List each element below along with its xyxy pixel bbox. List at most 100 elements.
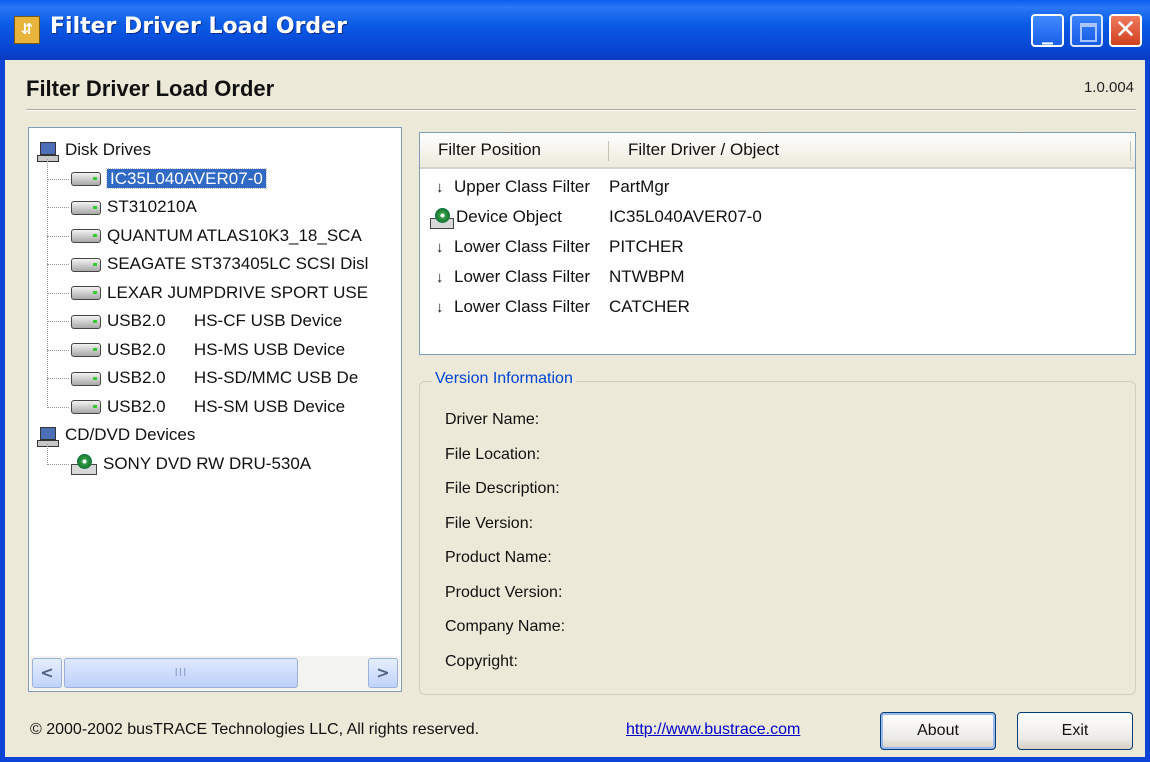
- version-field-label: File Location:: [445, 445, 541, 463]
- tree-group-1[interactable]: CD/DVD Devices: [37, 422, 195, 447]
- computer-icon: [37, 141, 59, 162]
- column-separator[interactable]: [1130, 141, 1131, 161]
- filter-position-cell: ↓ Lower Class Filter: [436, 292, 590, 322]
- tree-item-label: ST310210A: [107, 197, 197, 216]
- filter-driver-cell: PartMgr: [609, 177, 670, 196]
- tree-connector: [47, 378, 69, 379]
- version-field-label: Product Version:: [445, 583, 563, 601]
- device-tree[interactable]: Disk Drives IC35L040AVER07-0 ST310210A QUAN…: [28, 127, 402, 692]
- filter-list-row[interactable]: ↓ Lower Class Filter CATCHER: [420, 292, 1135, 321]
- filter-position-text: Lower Class Filter: [454, 297, 591, 316]
- filter-driver-cell: NTWBPM: [609, 267, 685, 286]
- filter-list[interactable]: Filter Position Filter Driver / Object ↓…: [419, 132, 1136, 355]
- filter-driver-cell: IC35L040AVER07-0: [609, 207, 762, 226]
- website-link[interactable]: http://www.bustrace.com: [626, 721, 800, 739]
- tree-item-label: USB2.0 HS-CF USB Device: [107, 311, 343, 330]
- filter-position-text: Upper Class Filter: [454, 177, 591, 196]
- tree-connector: [47, 159, 48, 408]
- minimize-icon: _: [1042, 20, 1053, 45]
- tree-item[interactable]: IC35L040AVER07-0: [47, 166, 267, 191]
- version-field-label: Copyright:: [445, 652, 518, 670]
- filter-position-cell: ↓ Lower Class Filter: [436, 232, 590, 262]
- tree-connector: [47, 292, 69, 294]
- tree-item-label: SEAGATE ST373405LC SCSI Disl: [107, 254, 369, 273]
- filter-list-row[interactable]: ↓ Upper Class Filter PartMgr: [420, 172, 1135, 201]
- tree-connector: [47, 321, 69, 322]
- column-header-filter-position[interactable]: Filter Position: [438, 133, 541, 167]
- minimize-button[interactable]: _: [1031, 14, 1064, 47]
- version-field-label: Driver Name:: [445, 411, 540, 428]
- window-title: Filter Driver Load Order: [50, 14, 347, 39]
- filter-position-cell: ↓ Upper Class Filter: [436, 172, 590, 202]
- filter-list-row[interactable]: Device Object IC35L040AVER07-0: [420, 202, 1135, 231]
- version-field-label: File Version:: [445, 514, 534, 532]
- tree-item-label: SONY DVD RW DRU-530A: [103, 453, 312, 473]
- column-header-filter-driver[interactable]: Filter Driver / Object: [628, 133, 779, 167]
- disk-drive-icon: [71, 172, 101, 187]
- device-tree-body[interactable]: Disk Drives IC35L040AVER07-0 ST310210A QUAN…: [29, 128, 401, 656]
- version-field-label: Product Name:: [445, 549, 552, 566]
- tree-item[interactable]: SEAGATE ST373405LC SCSI Disl: [47, 251, 369, 276]
- filter-list-row[interactable]: ↓ Lower Class Filter NTWBPM: [420, 262, 1135, 291]
- close-icon: ✕: [1114, 15, 1137, 45]
- tree-connector: [47, 444, 48, 465]
- group-title: Version Information: [432, 370, 576, 388]
- tree-item[interactable]: LEXAR JUMPDRIVE SPORT USE: [47, 280, 369, 305]
- filter-driver-cell: PITCHER: [609, 237, 684, 256]
- exit-button[interactable]: Exit: [1017, 712, 1133, 750]
- tree-item[interactable]: SONY DVD RW DRU-530A: [47, 451, 312, 476]
- tree-group-label: Disk Drives: [65, 140, 151, 159]
- tree-item[interactable]: QUANTUM ATLAS10K3_18_SCA: [47, 223, 362, 248]
- version-label: 1.0.004: [1083, 79, 1134, 96]
- tree-connector: [47, 178, 69, 180]
- tree-item-label: USB2.0 HS-SD/MMC USB De: [107, 368, 359, 387]
- tree-connector: [47, 207, 69, 208]
- filter-position-cell: Device Object: [430, 202, 562, 231]
- close-button[interactable]: ✕: [1109, 14, 1142, 47]
- tree-item[interactable]: USB2.0 HS-SM USB Device: [47, 394, 345, 419]
- filter-list-header: Filter Position Filter Driver / Object: [420, 133, 1135, 169]
- filter-list-row[interactable]: ↓ Lower Class Filter PITCHER: [420, 232, 1135, 261]
- version-information-group: Version Information Driver Name: File Loc…: [419, 370, 1136, 695]
- scroll-left-button[interactable]: <: [32, 658, 62, 688]
- tree-group-0[interactable]: Disk Drives: [37, 137, 151, 162]
- disk-drive-icon: [71, 400, 101, 415]
- tree-connector: [47, 463, 69, 465]
- scroll-right-button[interactable]: >: [368, 658, 398, 688]
- disk-drive-icon: [71, 286, 101, 301]
- tree-connector: [47, 235, 69, 237]
- tree-item-label: USB2.0 HS-MS USB Device: [107, 339, 346, 359]
- computer-icon: [37, 426, 59, 447]
- filter-driver-cell: CATCHER: [609, 297, 690, 316]
- tree-item[interactable]: ST310210A: [47, 194, 197, 219]
- down-arrow-icon: ↓: [436, 239, 444, 256]
- cd-drive-icon: [71, 453, 97, 476]
- disk-drive-icon: [71, 371, 101, 386]
- version-field-label: Company Name:: [445, 618, 566, 635]
- tree-horizontal-scrollbar[interactable]: < III >: [30, 656, 400, 690]
- maximize-button[interactable]: [1070, 14, 1103, 47]
- down-arrow-icon: ↓: [436, 299, 444, 316]
- down-arrow-icon: ↓: [436, 269, 444, 286]
- title-bar[interactable]: ⇵ Filter Driver Load Order _ ✕: [0, 0, 1150, 60]
- tree-connector: [47, 264, 69, 265]
- tree-item[interactable]: USB2.0 HS-SD/MMC USB De: [47, 365, 359, 390]
- column-separator[interactable]: [608, 141, 609, 161]
- maximize-icon: [1072, 16, 1101, 45]
- page-title: Filter Driver Load Order: [26, 76, 275, 101]
- tree-item[interactable]: USB2.0 HS-MS USB Device: [47, 337, 346, 362]
- tree-item[interactable]: USB2.0 HS-CF USB Device: [47, 308, 343, 333]
- tree-connector: [47, 406, 69, 408]
- disk-drive-icon: [71, 257, 101, 272]
- about-button[interactable]: About: [880, 712, 996, 750]
- tree-item-label: LEXAR JUMPDRIVE SPORT USE: [107, 282, 369, 302]
- tree-item-label: QUANTUM ATLAS10K3_18_SCA: [107, 225, 362, 245]
- filter-position-text: Device Object: [456, 207, 562, 226]
- header-divider: [26, 109, 1136, 111]
- tree-group-label: CD/DVD Devices: [65, 425, 196, 444]
- tree-connector: [47, 349, 69, 351]
- disk-drive-icon: [71, 314, 101, 329]
- scroll-thumb[interactable]: III: [64, 658, 298, 688]
- tree-item-label: IC35L040AVER07-0: [106, 167, 267, 189]
- app-icon[interactable]: ⇵: [14, 16, 40, 44]
